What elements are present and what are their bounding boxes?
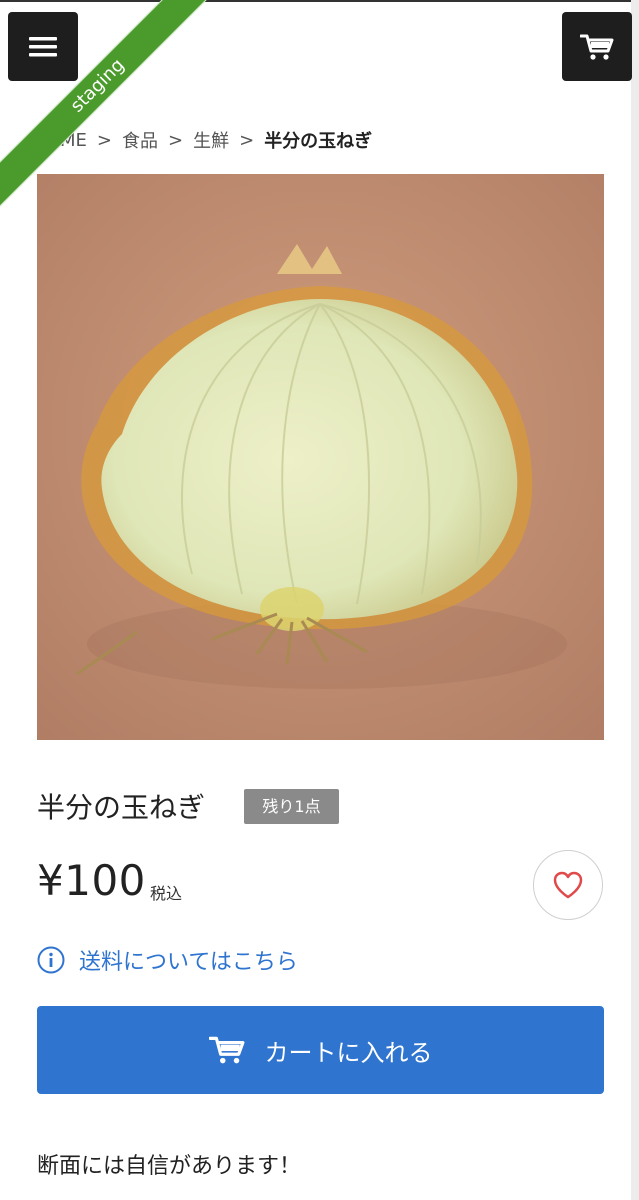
heart-icon [553,871,583,899]
breadcrumb: ME > 食品 > 生鮮 > 半分の玉ねぎ [60,127,372,153]
add-to-cart-button[interactable]: カートに入れる [37,1006,604,1094]
product-title: 半分の玉ねぎ [37,791,206,824]
stock-badge: 残り1点 [244,789,339,824]
breadcrumb-item-food[interactable]: 食品 [122,127,158,153]
chevron-right-icon: > [96,129,112,151]
favorite-button[interactable] [533,850,603,920]
info-icon [37,946,65,974]
menu-button[interactable] [8,12,78,81]
top-border [0,0,639,2]
cart-icon [580,34,614,60]
cart-button[interactable] [562,12,632,81]
breadcrumb-item-home[interactable]: ME [60,130,87,151]
chevron-right-icon: > [239,129,255,151]
hamburger-icon [29,36,57,56]
breadcrumb-item-fresh[interactable]: 生鮮 [193,127,229,153]
product-description: 断面には自信があります！ [37,1154,302,1179]
product-price: ¥100 [37,856,146,905]
cart-icon [208,1036,244,1064]
shipping-link-label[interactable]: 送料についてはこちら [79,944,298,976]
scrollbar-track[interactable] [631,0,639,1200]
chevron-right-icon: > [168,129,184,151]
onion-image [37,174,604,740]
shipping-link[interactable]: 送料についてはこちら [37,944,298,976]
add-to-cart-label: カートに入れる [264,1038,433,1067]
breadcrumb-current: 半分の玉ねぎ [264,131,373,152]
tax-label: 税込 [150,884,183,903]
product-image[interactable] [37,174,604,740]
